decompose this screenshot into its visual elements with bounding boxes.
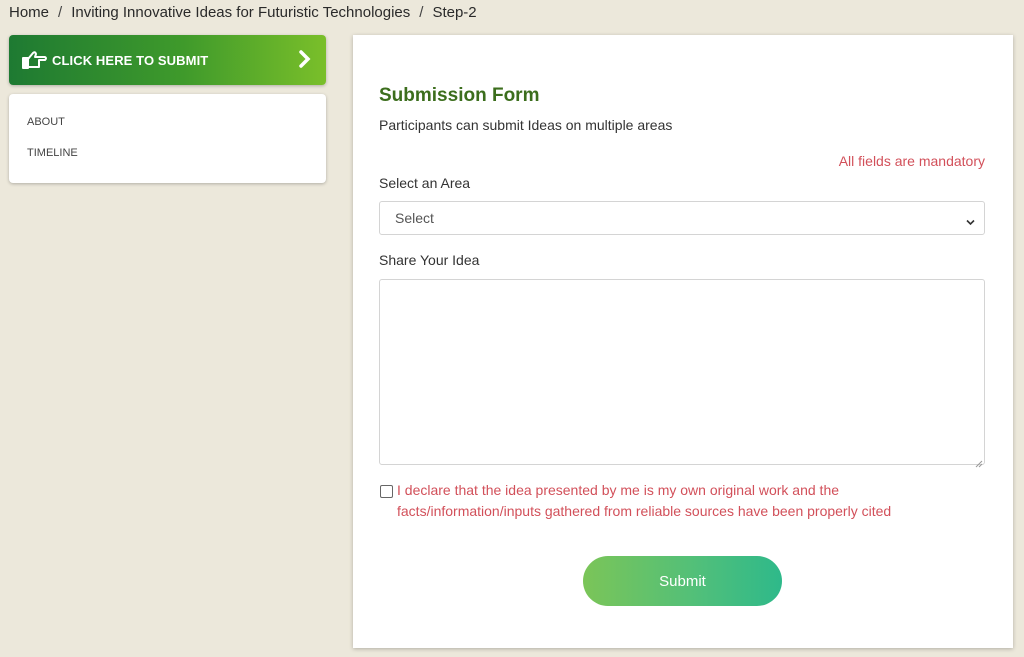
area-select-value: Select [395, 210, 434, 226]
hand-pointing-icon [22, 49, 48, 71]
form-subtitle: Participants can submit Ideas on multipl… [379, 117, 673, 133]
breadcrumb-event[interactable]: Inviting Innovative Ideas for Futuristic… [71, 4, 410, 21]
click-here-to-submit-button[interactable]: CLICK HERE TO SUBMIT [9, 35, 326, 85]
area-label: Select an Area [379, 175, 471, 191]
submit-button[interactable]: Submit [583, 556, 782, 606]
area-select[interactable]: Select [379, 201, 985, 235]
declaration-checkbox[interactable] [380, 485, 393, 498]
idea-textarea[interactable] [379, 279, 985, 465]
idea-label: Share Your Idea [379, 252, 480, 268]
submit-banner-label: CLICK HERE TO SUBMIT [52, 52, 209, 68]
mandatory-note: All fields are mandatory [838, 153, 985, 169]
breadcrumb-current: Step-2 [432, 4, 477, 21]
declaration-text: I declare that the idea presented by me … [397, 482, 892, 519]
sidebar-nav: ABOUT TIMELINE [9, 94, 326, 183]
breadcrumb: Home / Inviting Innovative Ideas for Futur… [9, 4, 477, 21]
resize-grip-icon[interactable] [975, 455, 983, 468]
chevron-right-icon [298, 49, 312, 69]
breadcrumb-separator: / [419, 4, 424, 21]
sidebar-item-timeline[interactable]: TIMELINE [27, 147, 78, 159]
submission-form: Submission Form Participants can submit … [353, 35, 1013, 648]
form-title: Submission Form [379, 85, 540, 106]
breadcrumb-home[interactable]: Home [9, 4, 49, 21]
sidebar-item-about[interactable]: ABOUT [27, 116, 65, 128]
breadcrumb-separator: / [58, 4, 63, 21]
chevron-down-icon [966, 214, 975, 226]
